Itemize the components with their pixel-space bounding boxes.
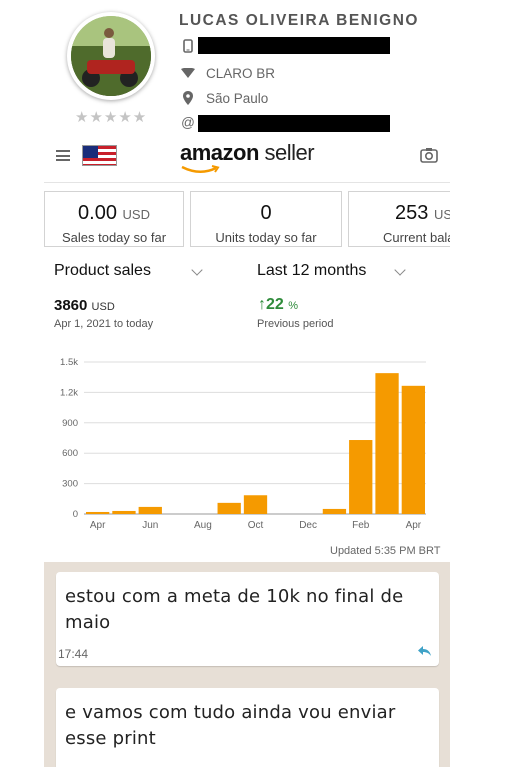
x-tick-label: Jun	[142, 520, 158, 531]
carrier-text: CLARO BR	[206, 65, 276, 81]
period-dropdown[interactable]: Last 12 months	[257, 262, 366, 280]
y-tick-label: 600	[62, 448, 78, 459]
location-row: São Paulo	[180, 88, 268, 108]
x-tick-label: Apr	[90, 520, 106, 531]
date-range: Apr 1, 2021 to today	[54, 318, 154, 330]
growth-unit: %	[288, 300, 299, 312]
amazon-seller-logo: amazon seller	[180, 140, 315, 166]
stat-card-sales[interactable]: 0.00 USD Sales today so far	[44, 191, 184, 247]
stat-balance-unit: US	[433, 207, 450, 222]
avatar-photo	[71, 16, 151, 96]
chevron-down-icon[interactable]	[394, 264, 406, 276]
stat-balance-value: 253	[395, 202, 429, 224]
profile-card: ★★★★★ LUCAS OLIVEIRA BENIGNO CLARO BR Sã…	[0, 0, 511, 140]
growth-value: 22	[266, 296, 284, 313]
x-tick-label: Oct	[248, 520, 264, 531]
metric-dropdown[interactable]: Product sales	[54, 262, 151, 280]
forward-icon[interactable]	[418, 645, 432, 657]
sales-total-value: 3860	[54, 297, 88, 314]
sales-total-unit: USD	[91, 301, 115, 313]
growth-indicator: ↑22 %	[258, 296, 298, 314]
us-flag-icon[interactable]	[82, 145, 117, 166]
stat-sales-value: 0.00	[78, 202, 117, 224]
redacted-email	[198, 115, 390, 132]
location-pin-icon	[180, 90, 196, 106]
at-icon: @	[181, 114, 195, 130]
stat-card-units[interactable]: 0 Units today so far	[190, 191, 342, 247]
chat-timestamp: 17:44	[58, 647, 89, 661]
chat-message-text: e vamos com tudo ainda vou enviar esse p…	[65, 702, 396, 749]
redacted-phone	[198, 37, 390, 54]
x-tick-label: Aug	[194, 520, 212, 531]
y-tick-label: 900	[62, 418, 78, 429]
stat-units-value: 0	[260, 202, 272, 224]
chat-message[interactable]: e vamos com tudo ainda vou enviar esse p…	[56, 688, 439, 767]
bar-apr-0[interactable]	[86, 511, 110, 514]
sales-total: 3860 USD	[54, 297, 115, 314]
profile-name: LUCAS OLIVEIRA BENIGNO	[179, 12, 419, 29]
bar-jun-2[interactable]	[138, 506, 162, 514]
y-tick-label: 0	[73, 509, 78, 520]
stat-units-label: Units today so far	[215, 230, 317, 245]
stat-sales-label: Sales today so far	[61, 230, 167, 245]
bar-sep-5[interactable]	[217, 502, 241, 514]
sales-bar-chart: 0 300 600 900 1.2k 1.5k Apr Jun Aug Oct Dec Feb Apr	[60, 357, 426, 531]
bar-jan-9[interactable]	[322, 508, 347, 514]
x-tick-label: Feb	[352, 520, 370, 531]
carrier-row: CLARO BR	[180, 63, 275, 83]
bar-apr-12[interactable]	[401, 385, 425, 514]
bar-may-1[interactable]	[112, 510, 136, 514]
y-tick-label: 1.5k	[60, 357, 78, 368]
logo-product: seller	[258, 140, 315, 165]
chat-message[interactable]: estou com a meta de 10k no final de maio	[56, 572, 439, 666]
phone-icon	[180, 38, 196, 54]
up-arrow-icon: ↑	[258, 296, 266, 313]
chevron-down-icon[interactable]	[191, 264, 203, 276]
wifi-icon	[180, 65, 196, 81]
camera-icon[interactable]	[420, 146, 438, 164]
app-bar: amazon seller	[44, 138, 450, 180]
x-tick-label: Dec	[299, 520, 317, 531]
y-tick-label: 300	[62, 479, 78, 490]
stats-strip: 0.00 USD Sales today so far 0 Units toda…	[44, 182, 450, 248]
stat-sales-unit: USD	[122, 207, 150, 222]
bar-feb-10[interactable]	[349, 440, 373, 514]
city-text: São Paulo	[206, 90, 269, 106]
bar-oct-6[interactable]	[243, 495, 268, 514]
amazon-smile-icon	[181, 165, 220, 173]
growth-label: Previous period	[257, 318, 334, 330]
avatar[interactable]	[67, 12, 155, 100]
chat-message-text: estou com a meta de 10k no final de maio	[65, 586, 404, 633]
menu-icon[interactable]	[56, 150, 70, 161]
rating-stars: ★★★★★	[75, 108, 148, 126]
y-tick-label: 1.2k	[60, 387, 78, 398]
updated-timestamp: Updated 5:35 PM BRT	[330, 545, 441, 557]
logo-brand: amazon	[180, 140, 259, 165]
x-tick-label: Apr	[406, 520, 422, 531]
bar-mar-11[interactable]	[375, 373, 399, 514]
stat-balance-label: Current bala	[383, 230, 450, 245]
stat-card-balance[interactable]: 253 US Current bala	[348, 191, 450, 247]
